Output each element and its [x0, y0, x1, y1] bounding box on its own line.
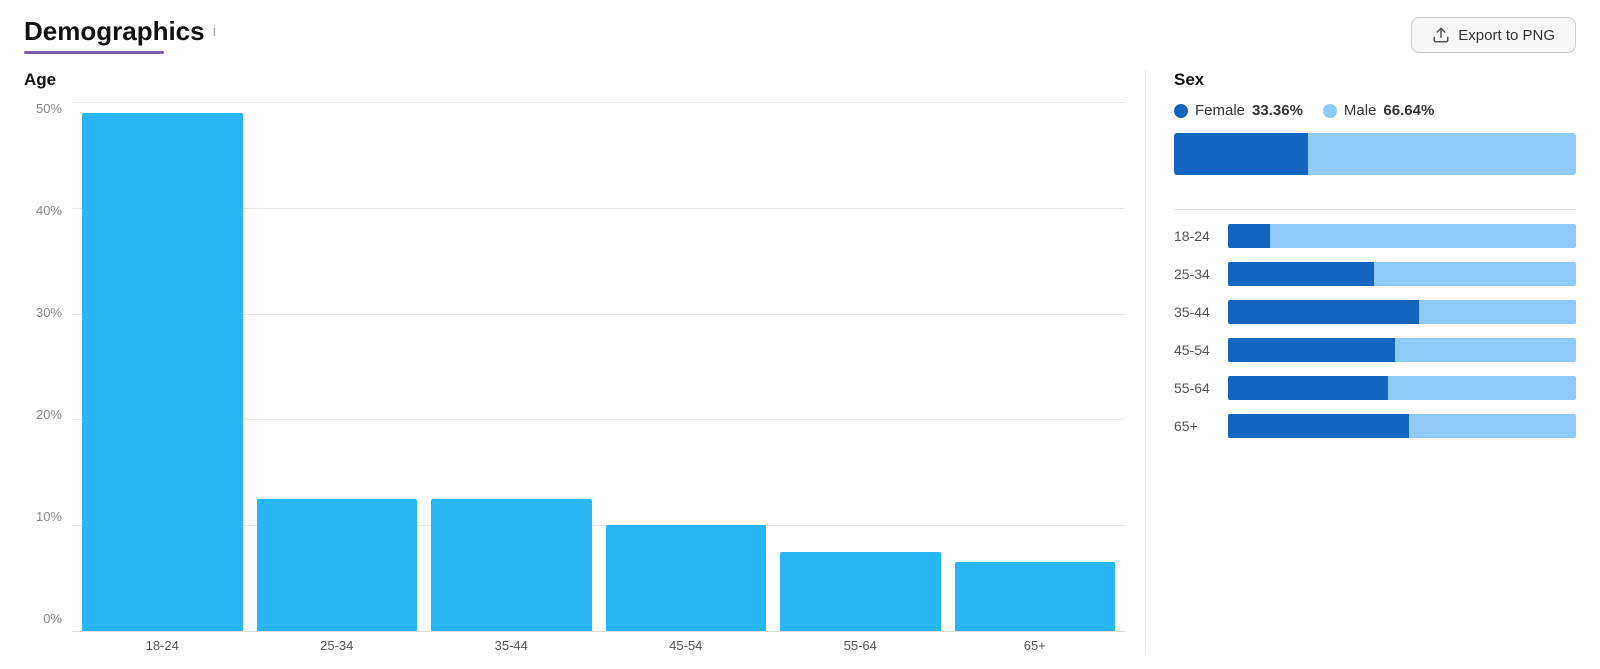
x-axis-label: 25-34 — [257, 638, 418, 653]
age-bar-female — [1228, 414, 1409, 438]
overall-female-bar — [1174, 133, 1308, 175]
male-dot — [1323, 104, 1337, 118]
age-bar-female — [1228, 224, 1270, 248]
age-sex-row: 55-64 — [1174, 376, 1576, 400]
x-axis: 18-24 25-34 35-44 45-54 55-64 65+ — [72, 632, 1125, 653]
page-title: Demographics — [24, 16, 205, 47]
male-pct: 66.64% — [1383, 102, 1434, 119]
bar-group — [431, 102, 592, 631]
page-container: Demographics i Export to PNG Age 50% 40% 3… — [0, 0, 1600, 669]
age-bar-male — [1270, 224, 1576, 248]
age-stacked-bar — [1228, 414, 1576, 438]
age-row-label: 35-44 — [1174, 304, 1216, 320]
export-icon — [1432, 26, 1450, 44]
age-bar-male — [1395, 338, 1576, 362]
female-dot — [1174, 104, 1188, 118]
bar — [955, 562, 1116, 631]
male-legend-item: Male 66.64% — [1323, 102, 1434, 119]
age-row-label: 45-54 — [1174, 342, 1216, 358]
age-bar-female — [1228, 338, 1395, 362]
female-legend-item: Female 33.36% — [1174, 102, 1303, 119]
y-axis: 50% 40% 30% 20% 10% 0% — [24, 102, 72, 653]
female-pct: 33.36% — [1252, 102, 1303, 119]
age-bar-male — [1374, 262, 1576, 286]
age-bar-female — [1228, 300, 1419, 324]
title-underline — [24, 51, 164, 54]
bar — [780, 552, 941, 631]
bar — [606, 525, 767, 631]
female-label: Female — [1195, 102, 1245, 119]
sex-section-label: Sex — [1174, 70, 1576, 90]
age-section-label: Age — [24, 70, 1125, 90]
bar — [431, 499, 592, 631]
bars-row — [72, 102, 1125, 631]
age-sex-row: 45-54 — [1174, 338, 1576, 362]
age-bar-female — [1228, 262, 1374, 286]
age-stacked-bar — [1228, 338, 1576, 362]
age-sex-row: 35-44 — [1174, 300, 1576, 324]
age-sex-row: 18-24 — [1174, 224, 1576, 248]
export-button[interactable]: Export to PNG — [1411, 17, 1576, 53]
y-axis-label: 20% — [36, 408, 62, 421]
header: Demographics i Export to PNG — [24, 16, 1576, 54]
age-chart-area: 50% 40% 30% 20% 10% 0% — [24, 102, 1125, 653]
age-row-label: 65+ — [1174, 418, 1216, 434]
y-axis-label: 0% — [43, 612, 62, 625]
age-stacked-bar — [1228, 300, 1576, 324]
age-sex-row: 25-34 — [1174, 262, 1576, 286]
info-icon[interactable]: i — [213, 23, 217, 41]
age-row-label: 55-64 — [1174, 380, 1216, 396]
y-axis-label: 40% — [36, 204, 62, 217]
bar-group — [257, 102, 418, 631]
x-axis-label: 18-24 — [82, 638, 243, 653]
export-button-label: Export to PNG — [1458, 27, 1555, 44]
bar-group — [955, 102, 1116, 631]
age-bar-male — [1388, 376, 1576, 400]
age-section: Age 50% 40% 30% 20% 10% 0% — [24, 70, 1146, 653]
overall-stacked-bar — [1174, 133, 1576, 175]
title-area: Demographics i — [24, 16, 216, 54]
sex-section: Sex Female 33.36% Male 66.64% — [1146, 70, 1576, 653]
bar-group — [82, 102, 243, 631]
x-axis-label: 35-44 — [431, 638, 592, 653]
age-stacked-bar — [1228, 262, 1576, 286]
age-stacked-bar — [1228, 376, 1576, 400]
bar-chart: 50% 40% 30% 20% 10% 0% — [24, 102, 1125, 653]
bar — [82, 113, 243, 631]
bars-and-grid — [72, 102, 1125, 632]
x-axis-label: 45-54 — [606, 638, 767, 653]
y-axis-label: 50% — [36, 102, 62, 115]
overall-stacked-bar-container — [1174, 133, 1576, 175]
x-axis-label: 55-64 — [780, 638, 941, 653]
y-axis-label: 30% — [36, 306, 62, 319]
age-breakdown: 18-24 25-34 35-44 45-54 55-64 65+ — [1174, 224, 1576, 438]
y-axis-label: 10% — [36, 510, 62, 523]
age-bar-male — [1409, 414, 1576, 438]
bar — [257, 499, 418, 631]
male-label: Male — [1344, 102, 1377, 119]
age-stacked-bar — [1228, 224, 1576, 248]
age-row-label: 18-24 — [1174, 228, 1216, 244]
legend-row: Female 33.36% Male 66.64% — [1174, 102, 1576, 119]
bar-group — [606, 102, 767, 631]
x-axis-label: 65+ — [955, 638, 1116, 653]
title-row: Demographics i — [24, 16, 216, 47]
chart-inner: 18-24 25-34 35-44 45-54 55-64 65+ — [72, 102, 1125, 653]
age-bar-male — [1419, 300, 1576, 324]
divider — [1174, 209, 1576, 210]
age-bar-female — [1228, 376, 1388, 400]
main-content: Age 50% 40% 30% 20% 10% 0% — [24, 70, 1576, 653]
bar-group — [780, 102, 941, 631]
overall-male-bar — [1308, 133, 1576, 175]
age-row-label: 25-34 — [1174, 266, 1216, 282]
age-sex-row: 65+ — [1174, 414, 1576, 438]
